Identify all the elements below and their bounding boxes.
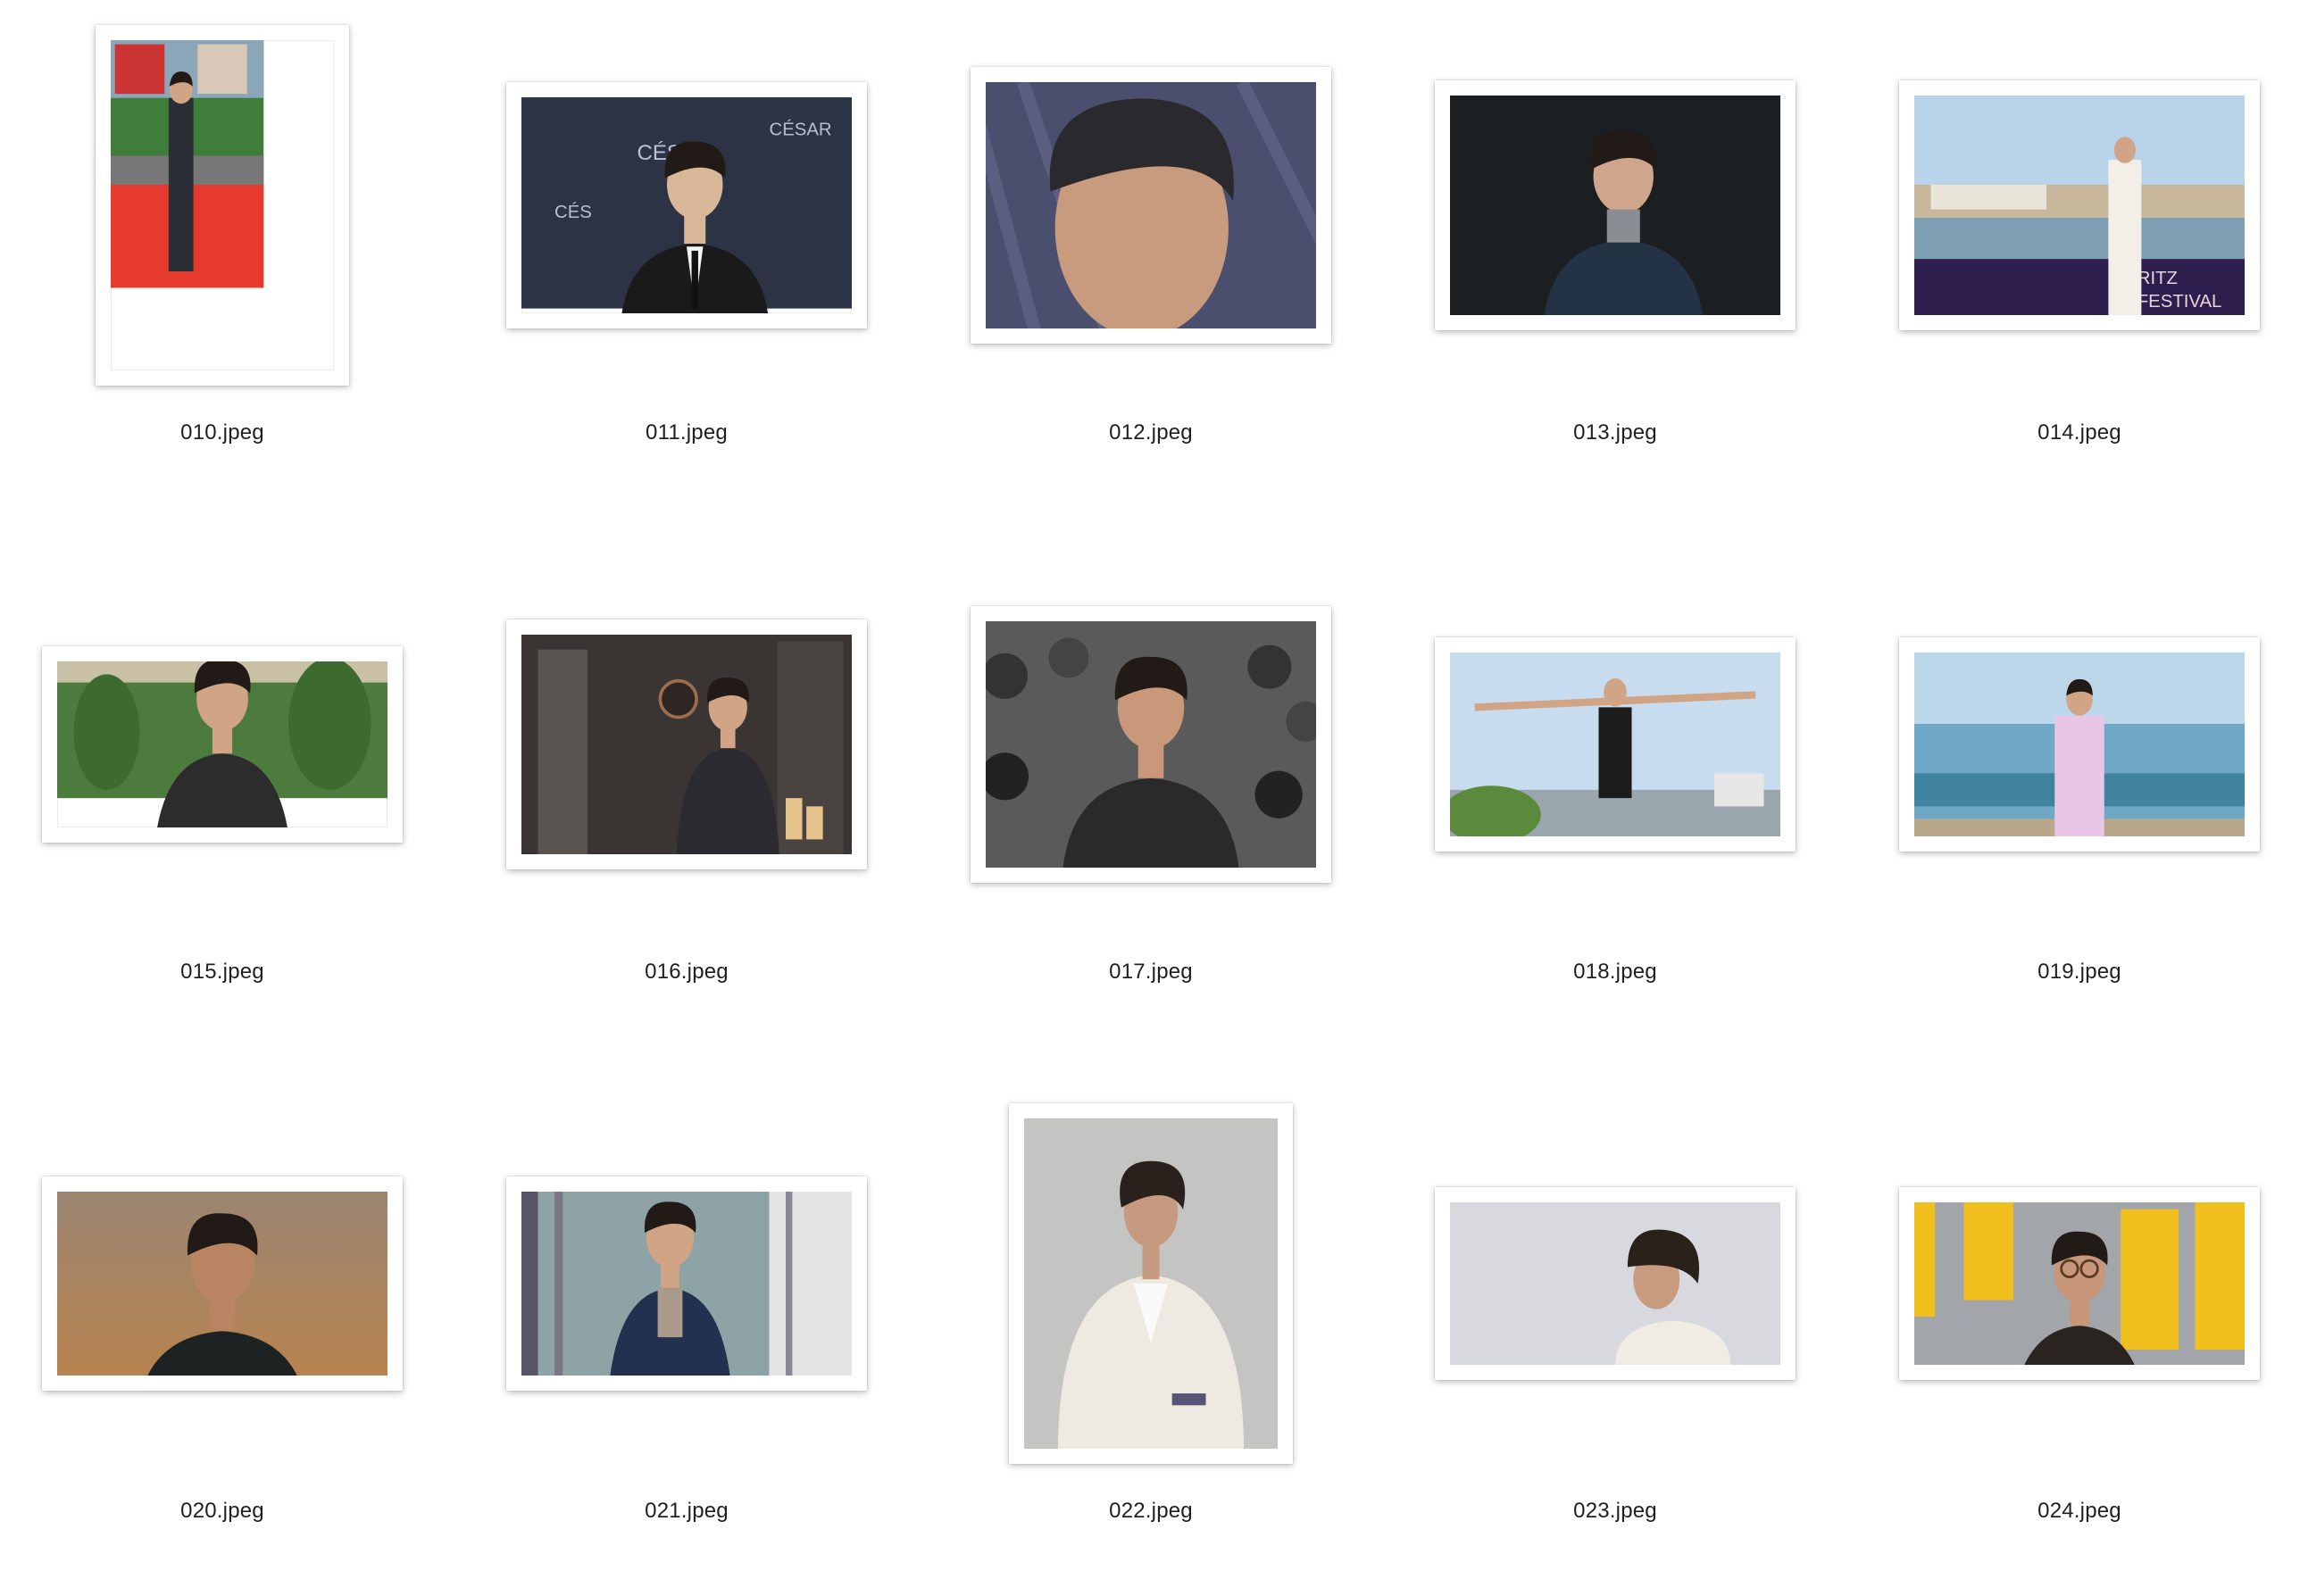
photo-preview bbox=[1450, 96, 1780, 315]
file-name-label[interactable]: 012.jpeg bbox=[1017, 420, 1285, 445]
file-name-label[interactable]: 019.jpeg bbox=[1946, 960, 2213, 985]
photo-preview: RITZ FESTIVAL bbox=[1914, 96, 2245, 315]
file-name-label[interactable]: 018.jpeg bbox=[1481, 960, 1749, 985]
photo-preview bbox=[1914, 1202, 2245, 1365]
image-thumbnail[interactable] bbox=[1009, 1103, 1293, 1464]
file-name-label[interactable]: 024.jpeg bbox=[1946, 1499, 2213, 1524]
photo-preview bbox=[521, 635, 852, 854]
photo-preview bbox=[521, 1192, 852, 1376]
file-name-label[interactable]: 010.jpeg bbox=[88, 420, 356, 445]
image-thumbnail[interactable] bbox=[506, 1176, 867, 1391]
image-thumbnail[interactable] bbox=[1435, 80, 1796, 330]
svg-text:RITZ: RITZ bbox=[2138, 269, 2178, 288]
photo-preview bbox=[986, 621, 1316, 868]
file-name-label[interactable]: 017.jpeg bbox=[1017, 960, 1285, 985]
photo-preview bbox=[1024, 1118, 1278, 1449]
file-name-label[interactable]: 016.jpeg bbox=[553, 960, 821, 985]
file-name-label[interactable]: 020.jpeg bbox=[88, 1499, 356, 1524]
svg-text:CÉS: CÉS bbox=[554, 202, 592, 222]
svg-text:FESTIVAL: FESTIVAL bbox=[2138, 292, 2222, 312]
image-thumbnail[interactable] bbox=[1435, 637, 1796, 852]
image-thumbnail[interactable]: CÉSAR CÉS CÉSAR bbox=[506, 82, 867, 328]
file-name-label[interactable]: 014.jpeg bbox=[1946, 420, 2213, 445]
image-thumbnail[interactable] bbox=[42, 1176, 403, 1391]
file-icon-grid: 010.jpeg CÉSAR CÉS CÉSAR 011.jpeg 012.jp… bbox=[0, 0, 2300, 1596]
image-thumbnail[interactable] bbox=[1435, 1187, 1796, 1380]
photo-preview bbox=[1914, 653, 2245, 836]
photo-preview bbox=[1450, 1202, 1780, 1365]
image-thumbnail[interactable] bbox=[96, 25, 349, 386]
photo-preview: CÉSAR CÉS CÉSAR bbox=[521, 97, 852, 313]
file-name-label[interactable]: 022.jpeg bbox=[1017, 1499, 1285, 1524]
image-thumbnail[interactable] bbox=[1899, 1187, 2260, 1380]
photo-preview bbox=[57, 661, 388, 827]
image-thumbnail[interactable] bbox=[1899, 637, 2260, 852]
file-name-label[interactable]: 015.jpeg bbox=[88, 960, 356, 985]
image-thumbnail[interactable] bbox=[971, 606, 1331, 883]
image-thumbnail[interactable] bbox=[506, 619, 867, 869]
image-thumbnail[interactable]: RITZ FESTIVAL bbox=[1899, 80, 2260, 330]
photo-preview bbox=[111, 40, 334, 370]
file-name-label[interactable]: 023.jpeg bbox=[1481, 1499, 1749, 1524]
file-name-label[interactable]: 013.jpeg bbox=[1481, 420, 1749, 445]
image-thumbnail[interactable] bbox=[42, 646, 403, 843]
file-name-label[interactable]: 011.jpeg bbox=[553, 420, 821, 445]
photo-preview bbox=[986, 82, 1316, 328]
image-thumbnail[interactable] bbox=[971, 67, 1331, 344]
file-name-label[interactable]: 021.jpeg bbox=[553, 1499, 821, 1524]
scrollbar[interactable] bbox=[2288, 0, 2300, 1596]
photo-preview bbox=[1450, 653, 1780, 836]
svg-text:CÉSAR: CÉSAR bbox=[770, 119, 832, 139]
photo-preview bbox=[57, 1192, 388, 1376]
